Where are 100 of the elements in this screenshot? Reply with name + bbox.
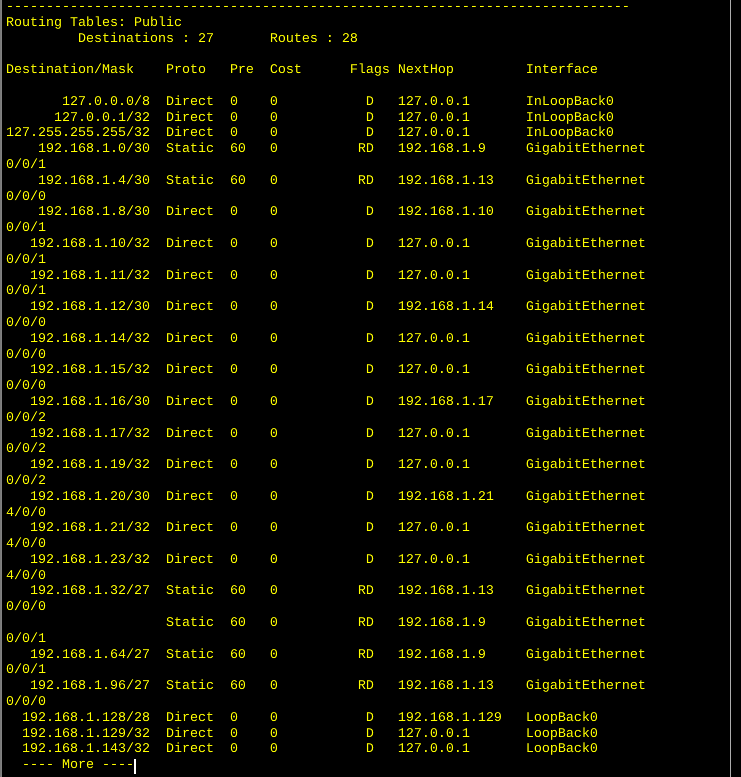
- cost-cell-text: 0: [270, 521, 279, 538]
- column-header: Proto: [166, 63, 207, 79]
- destination-cell-text: 127.0.0.0/8: [60, 94, 151, 111]
- cost-cell-text: 0: [270, 648, 279, 664]
- interface-continuation: 0/0/0: [6, 695, 46, 711]
- protocol-cell-text: Static: [166, 174, 215, 190]
- interface-cell-text: GigabitEthernet: [526, 490, 647, 506]
- column-header: NextHop: [398, 63, 455, 79]
- preference-cell-text: 60: [230, 616, 247, 632]
- flags-cell-text: RD: [356, 584, 375, 600]
- flags-cell-text: D: [364, 490, 375, 506]
- protocol-cell-text: Static: [166, 648, 215, 664]
- next-hop-cell-text: 192.168.1.9: [398, 616, 487, 632]
- preference-cell-text: 0: [230, 110, 239, 126]
- protocol-cell-text: Direct: [166, 394, 215, 411]
- column-header: Flags: [350, 63, 391, 79]
- preference-cell-text: 60: [230, 648, 247, 664]
- flags-cell-text: D: [364, 742, 375, 758]
- next-hop-cell-text: 127.0.0.1: [398, 94, 471, 111]
- protocol-cell-text: Direct: [166, 94, 215, 111]
- preference-cell-text: 0: [230, 521, 239, 538]
- destination-cell-text: 192.168.1.21/32: [28, 521, 151, 537]
- routes-count: Routes : 28: [270, 32, 358, 48]
- flags-cell-text: D: [364, 110, 375, 126]
- cost-cell-text: 0: [270, 236, 279, 253]
- column-header: Destination/Mask: [6, 63, 135, 79]
- flags-cell-text: D: [364, 552, 375, 569]
- preference-cell-text: 0: [230, 268, 239, 284]
- interface-cell-text: GigabitEthernet: [526, 648, 647, 664]
- flags-cell-text: D: [364, 363, 375, 380]
- destination-cell-text: 192.168.1.96/27: [28, 679, 151, 695]
- destination-cell-text: 192.168.1.17/32: [28, 426, 151, 442]
- interface-cell-text: GigabitEthernet: [526, 205, 647, 222]
- preference-cell-text: 60: [230, 679, 247, 696]
- flags-cell-text: RD: [356, 679, 375, 696]
- more-prompt: ---- More ----: [22, 758, 134, 774]
- cost-cell-text: 0: [270, 110, 279, 126]
- protocol-cell-text: Direct: [166, 268, 215, 284]
- destination-cell-text: 192.168.1.8/30: [36, 205, 151, 221]
- destination-cell-text: 192.168.1.0/30: [36, 142, 151, 158]
- protocol-cell-text: Direct: [166, 126, 215, 142]
- destination-cell-text: 192.168.1.15/32: [28, 363, 151, 379]
- next-hop-cell-text: 127.0.0.1: [398, 521, 471, 538]
- interface-continuation: 4/0/0: [6, 506, 46, 521]
- cost-cell-text: 0: [270, 94, 279, 111]
- flags-cell-text: D: [364, 94, 375, 111]
- protocol-cell-text: Direct: [166, 426, 215, 442]
- cost-cell-text: 0: [270, 332, 279, 348]
- protocol-cell-text: Static: [166, 142, 215, 158]
- cost-cell-text: 0: [270, 458, 279, 474]
- preference-cell-text: 0: [230, 426, 239, 442]
- interface-cell-text: GigabitEthernet: [526, 268, 647, 284]
- cost-cell-text: 0: [270, 584, 279, 600]
- destination-cell-text: 127.0.0.1/32: [52, 110, 151, 126]
- destination-cell-text: 192.168.1.143/32: [20, 742, 151, 758]
- next-hop-cell-text: 127.0.0.1: [398, 363, 471, 380]
- flags-cell-text: D: [364, 726, 375, 742]
- flags-cell-text: D: [364, 394, 375, 411]
- flags-cell-text: RD: [356, 142, 375, 158]
- interface-cell-text: GigabitEthernet: [526, 236, 647, 253]
- next-hop-cell-text: 192.168.1.14: [398, 300, 495, 316]
- flags-cell-text: D: [364, 236, 375, 253]
- flags-cell-text: D: [364, 521, 375, 538]
- interface-cell-text: GigabitEthernet: [526, 363, 647, 380]
- interface-continuation: 4/0/0: [6, 568, 46, 584]
- interface-continuation: 0/0/0: [6, 379, 46, 395]
- cost-cell-text: 0: [270, 142, 279, 158]
- cost-cell-text: 0: [270, 174, 279, 190]
- cost-cell-text: 0: [270, 363, 279, 380]
- preference-cell-text: 0: [230, 394, 239, 411]
- preference-cell-text: 0: [230, 726, 239, 742]
- preference-cell-text: 60: [230, 142, 247, 158]
- preference-cell-text: 0: [230, 742, 239, 758]
- protocol-cell-text: Static: [166, 679, 215, 696]
- interface-cell-text: GigabitEthernet: [526, 332, 647, 348]
- destination-cell-text: 192.168.1.64/27: [28, 648, 151, 663]
- next-hop-cell-text: 127.0.0.1: [398, 236, 471, 253]
- interface-cell-text: LoopBack0: [526, 710, 599, 727]
- interface-continuation: 0/0/2: [6, 442, 46, 458]
- interface-continuation: 0/0/0: [6, 190, 46, 205]
- next-hop-cell-text: 192.168.1.10: [398, 205, 495, 222]
- column-header: Cost: [270, 63, 303, 79]
- protocol-cell-text: Direct: [166, 300, 215, 316]
- protocol-cell-text: Direct: [166, 726, 215, 742]
- preference-cell-text: 60: [230, 174, 247, 190]
- flags-cell-text: D: [364, 332, 375, 348]
- cost-cell-text: 0: [270, 126, 279, 142]
- next-hop-cell-text: 127.0.0.1: [398, 742, 471, 758]
- cost-cell-text: 0: [270, 552, 279, 569]
- preference-cell-text: 0: [230, 126, 239, 142]
- interface-cell-text: GigabitEthernet: [526, 458, 647, 474]
- destination-cell-text: 192.168.1.23/32: [28, 552, 151, 569]
- interface-cell-text: LoopBack0: [526, 742, 599, 758]
- interface-continuation: 0/0/1: [6, 632, 46, 648]
- interface-continuation: 0/0/2: [6, 474, 46, 490]
- destination-cell-text: 127.255.255.255/32: [6, 126, 151, 142]
- flags-cell-text: D: [364, 268, 375, 284]
- cost-cell-text: 0: [270, 616, 279, 632]
- protocol-cell-text: Direct: [166, 710, 215, 727]
- next-hop-cell-text: 127.0.0.1: [398, 110, 471, 126]
